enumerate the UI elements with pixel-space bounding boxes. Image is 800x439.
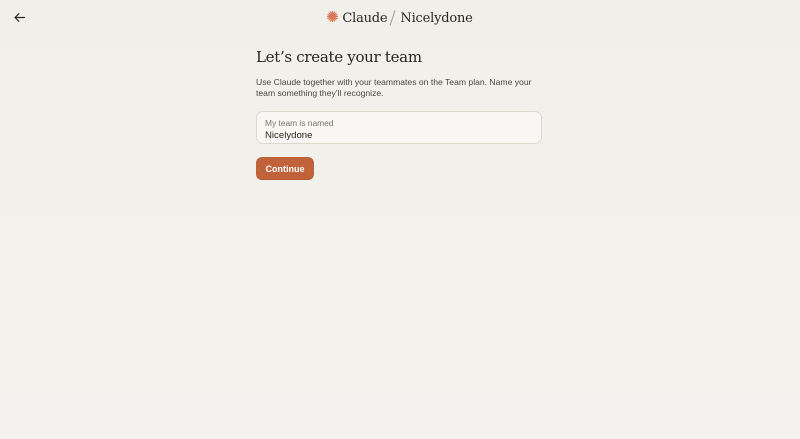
brand-logo[interactable]: Claude <box>327 9 388 27</box>
organization-name: Nicelydone <box>400 10 473 26</box>
page-description: Use Claude together with your teammates … <box>256 77 532 98</box>
team-name-input[interactable] <box>265 130 533 141</box>
continue-button[interactable]: Continue <box>256 157 314 180</box>
claude-starburst-icon <box>327 9 339 27</box>
breadcrumb-separator <box>389 10 396 26</box>
brand-name: Claude <box>342 10 388 26</box>
create-team-form: Let’s create your team Use Claude togeth… <box>256 48 544 180</box>
team-name-field[interactable]: My team is named <box>256 111 542 144</box>
team-name-label: My team is named <box>265 118 334 128</box>
top-header: Claude Nicelydone <box>0 8 800 28</box>
page-title: Let’s create your team <box>256 48 422 66</box>
